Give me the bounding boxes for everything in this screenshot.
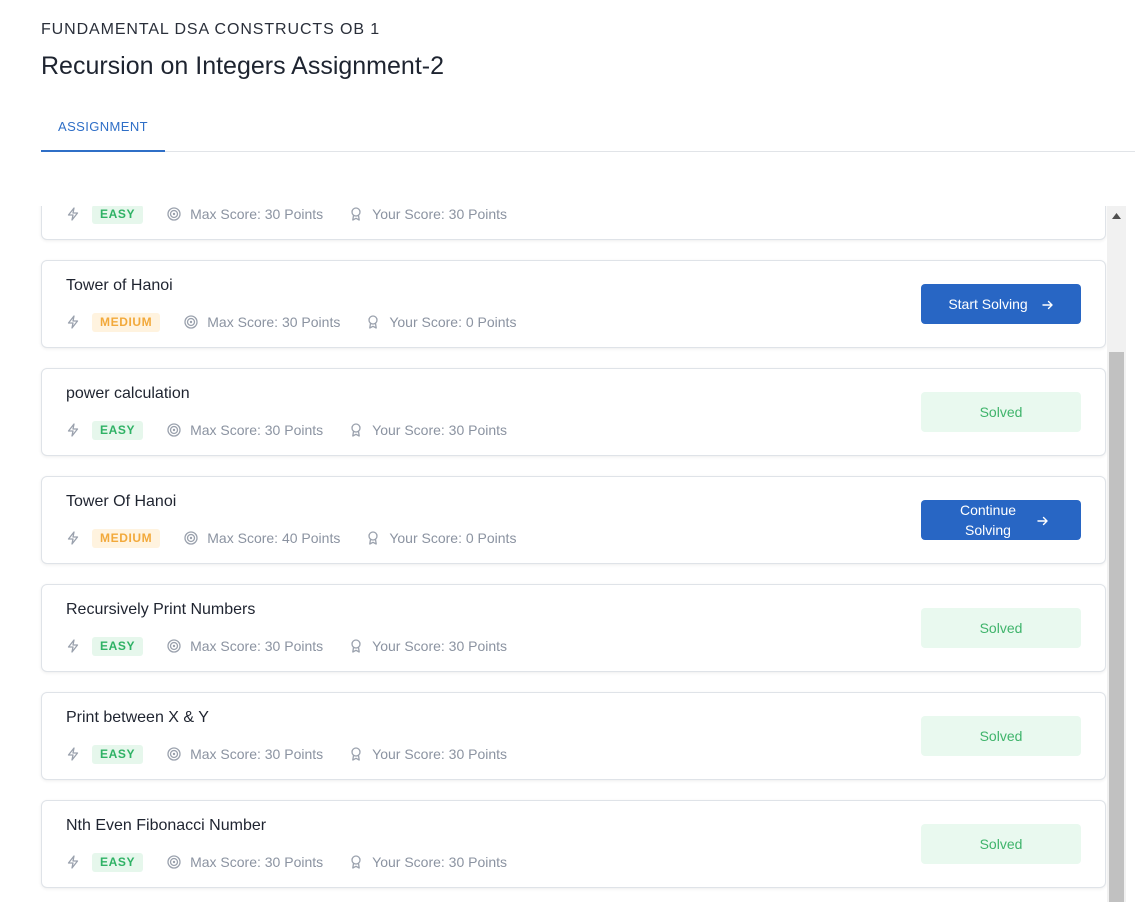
problem-title[interactable]: Tower Of Hanoi (66, 493, 176, 511)
problem-meta: EASY Max Score: 30 Points Your Score: 30 P… (66, 206, 507, 224)
difficulty-badge: EASY (92, 636, 144, 656)
target-icon (167, 207, 181, 221)
arrow-right-icon (1037, 514, 1049, 526)
difficulty-badge: EASY (92, 206, 144, 224)
action-label: Solved (979, 404, 1023, 420)
tab-bar: ASSIGNMENT (41, 103, 1135, 152)
action-label: Continue Solving (959, 502, 1017, 538)
your-score: Your Score: 30 Points (372, 854, 508, 870)
lightning-icon (66, 423, 80, 437)
target-icon (167, 855, 181, 869)
your-score: Your Score: 0 Points (389, 314, 517, 330)
max-score: Max Score: 30 Points (190, 422, 324, 438)
your-score: Your Score: 30 Points (372, 206, 508, 222)
action-label: Start Solving (948, 296, 1028, 312)
problem-title[interactable]: Tower of Hanoi (66, 277, 173, 295)
solved-button[interactable]: Solved (921, 824, 1081, 864)
lightning-icon (66, 531, 80, 545)
target-icon (167, 639, 181, 653)
problem-list: EASY Max Score: 30 Points Your Score: 30 P… (0, 206, 1107, 902)
arrow-right-icon (1041, 298, 1054, 310)
page-title: Recursion on Integers Assignment-2 (41, 52, 444, 80)
award-icon (349, 639, 363, 653)
problem-title[interactable]: Recursively Print Numbers (66, 601, 255, 619)
your-score: Your Score: 0 Points (389, 530, 517, 546)
action-label: Solved (979, 620, 1023, 636)
problem-card: Tower of Hanoi MEDIUM Max Score: 30 Points… (41, 260, 1106, 348)
problem-card: Nth Even Fibonacci Number EASY Max Score: … (41, 800, 1106, 888)
problem-meta: MEDIUM Max Score: 40 Points Your Score: 0 … (66, 528, 516, 548)
tab-assignment[interactable]: ASSIGNMENT (41, 103, 165, 152)
target-icon (167, 747, 181, 761)
problem-card: Tower Of Hanoi MEDIUM Max Score: 40 Points… (41, 476, 1106, 564)
action-label: Solved (979, 836, 1023, 852)
your-score: Your Score: 30 Points (372, 746, 508, 762)
problem-title[interactable]: power calculation (66, 385, 190, 403)
your-score: Your Score: 30 Points (372, 422, 508, 438)
max-score: Max Score: 40 Points (207, 530, 341, 546)
solved-button[interactable]: Solved (921, 716, 1081, 756)
award-icon (366, 315, 380, 329)
lightning-icon (66, 315, 80, 329)
difficulty-badge: EASY (92, 744, 144, 764)
start-solving-button[interactable]: Start Solving (921, 284, 1081, 324)
problem-title[interactable]: Print between X & Y (66, 709, 209, 727)
problem-card: Print between X & Y EASY Max Score: 30 Poi… (41, 692, 1106, 780)
target-icon (167, 423, 181, 437)
problem-title[interactable]: Nth Even Fibonacci Number (66, 817, 266, 835)
lightning-icon (66, 855, 80, 869)
solved-button[interactable]: Solved (921, 608, 1081, 648)
problem-card: EASY Max Score: 30 Points Your Score: 30 P… (41, 206, 1106, 240)
lightning-icon (66, 639, 80, 653)
award-icon (349, 207, 363, 221)
max-score: Max Score: 30 Points (207, 314, 341, 330)
problem-card: power calculation EASY Max Score: 30 Point… (41, 368, 1106, 456)
scrollbar[interactable] (1107, 206, 1126, 902)
award-icon (366, 531, 380, 545)
course-name: FUNDAMENTAL DSA CONSTRUCTS OB 1 (41, 21, 381, 38)
target-icon (184, 315, 198, 329)
problem-meta: EASY Max Score: 30 Points Your Score: 30 P… (66, 744, 507, 764)
problem-card: Recursively Print Numbers EASY Max Score: … (41, 584, 1106, 672)
problem-meta: MEDIUM Max Score: 30 Points Your Score: 0 … (66, 312, 516, 332)
problem-meta: EASY Max Score: 30 Points Your Score: 30 P… (66, 852, 507, 872)
max-score: Max Score: 30 Points (190, 854, 324, 870)
continue-solving-button[interactable]: Continue Solving (921, 500, 1081, 540)
caret-up-icon (1112, 213, 1121, 219)
action-label: Solved (979, 728, 1023, 744)
difficulty-badge: MEDIUM (92, 528, 161, 548)
max-score: Max Score: 30 Points (190, 746, 324, 762)
award-icon (349, 747, 363, 761)
problem-meta: EASY Max Score: 30 Points Your Score: 30 P… (66, 420, 507, 440)
difficulty-badge: EASY (92, 420, 144, 440)
target-icon (184, 531, 198, 545)
difficulty-badge: EASY (92, 852, 144, 872)
lightning-icon (66, 747, 80, 761)
difficulty-badge: MEDIUM (92, 312, 161, 332)
scroll-thumb[interactable] (1109, 352, 1124, 902)
max-score: Max Score: 30 Points (190, 206, 324, 222)
your-score: Your Score: 30 Points (372, 638, 508, 654)
problem-meta: EASY Max Score: 30 Points Your Score: 30 P… (66, 636, 507, 656)
award-icon (349, 855, 363, 869)
scroll-up-button[interactable] (1107, 206, 1126, 226)
award-icon (349, 423, 363, 437)
solved-button[interactable]: Solved (921, 392, 1081, 432)
lightning-icon (66, 207, 80, 221)
max-score: Max Score: 30 Points (190, 638, 324, 654)
